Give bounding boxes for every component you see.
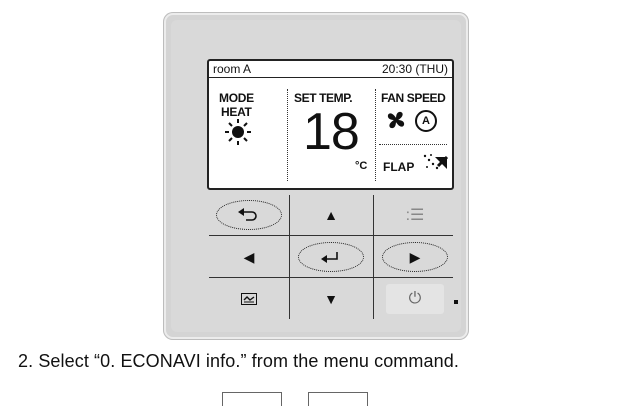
up-arrow-icon: ▲	[324, 207, 338, 223]
menu-button[interactable]: :☰	[375, 195, 455, 235]
enter-icon	[321, 252, 338, 263]
partial-button-image	[222, 392, 282, 406]
key-divider	[289, 195, 290, 319]
mode-label: MODE	[219, 91, 254, 105]
temp-unit: °C	[355, 160, 368, 172]
lcd-display: room A 20:30 (THU) MODE HEAT SET TEMP. 1…	[207, 59, 454, 190]
down-button[interactable]: ▼	[291, 279, 371, 319]
fan-icon	[387, 111, 405, 129]
right-arrow-icon: ▶	[409, 248, 421, 265]
fan-speed-label: FAN SPEED	[381, 91, 446, 105]
power-button[interactable]: ⏻	[375, 279, 455, 319]
return-icon	[238, 208, 257, 221]
up-button[interactable]: ▲	[291, 195, 371, 235]
timer-button[interactable]	[209, 279, 289, 319]
sun-icon	[225, 119, 251, 145]
set-temp-value: 18	[303, 103, 360, 161]
lcd-divider	[375, 89, 376, 181]
right-button[interactable]: ▶	[375, 237, 455, 277]
enter-button[interactable]	[291, 237, 371, 277]
timer-icon	[241, 293, 257, 305]
power-icon: ⏻	[408, 290, 422, 307]
flap-direction-icon	[423, 154, 448, 170]
lcd-divider	[287, 89, 288, 181]
return-button[interactable]	[209, 195, 289, 235]
room-name: room A	[213, 62, 252, 76]
down-arrow-icon: ▼	[324, 291, 338, 307]
left-button[interactable]: ◀	[209, 237, 289, 277]
key-divider	[373, 195, 374, 319]
partial-button-image	[308, 392, 368, 406]
lcd-status-bar: room A 20:30 (THU)	[209, 61, 452, 78]
fan-auto-indicator: A	[415, 110, 437, 132]
key-divider	[209, 235, 453, 236]
left-arrow-icon: ◀	[243, 248, 255, 265]
button-pad: ▲ :☰ ◀ ▶ ▼ ⏻	[209, 195, 453, 321]
menu-icon: :☰	[405, 207, 425, 224]
remote-controller: room A 20:30 (THU) MODE HEAT SET TEMP. 1…	[163, 12, 469, 340]
mode-value: HEAT	[221, 105, 252, 119]
clock-display: 20:30 (THU)	[381, 62, 448, 76]
flap-label: FLAP	[383, 160, 415, 174]
lcd-divider	[379, 144, 447, 145]
key-divider	[209, 277, 453, 278]
instruction-text: 2. Select “0. ECONAVI info.” from the me…	[18, 351, 459, 371]
indicator-dot	[454, 300, 458, 304]
